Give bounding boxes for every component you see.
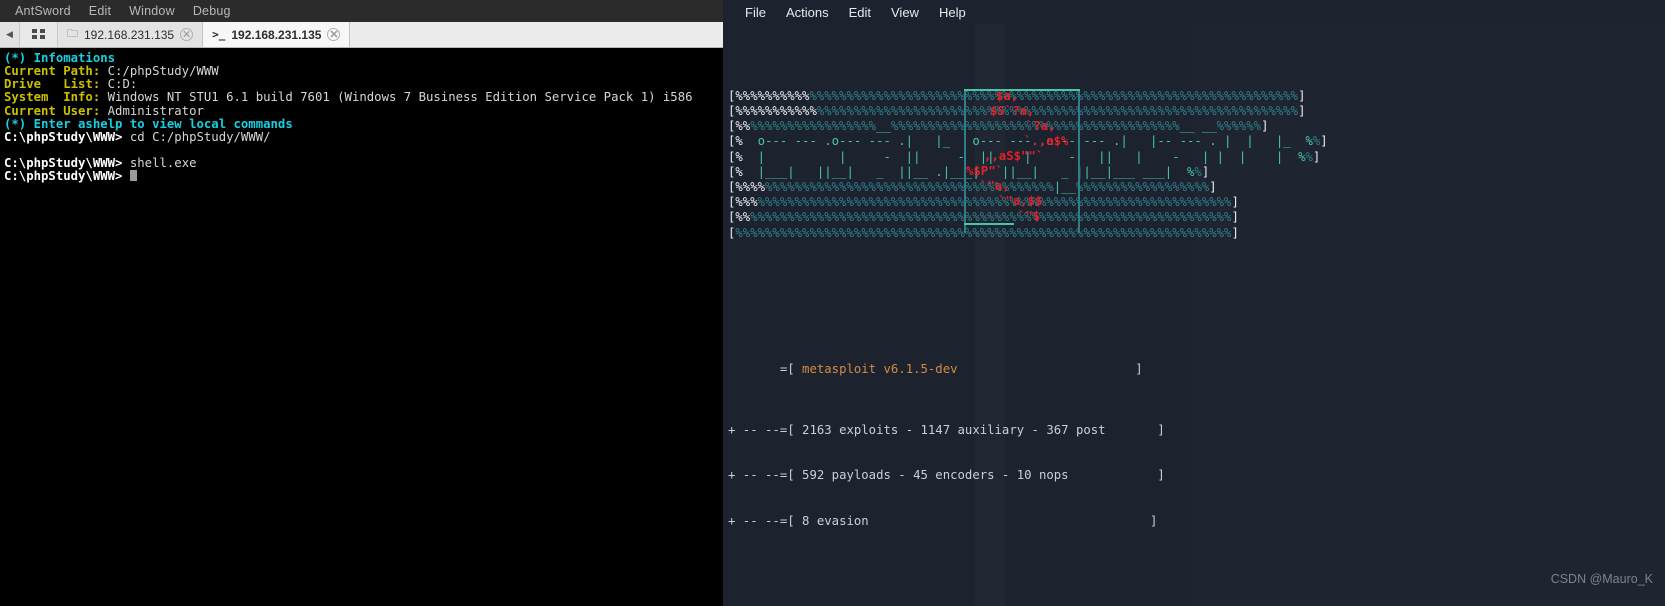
stat-text: 8 evasion ] (802, 514, 1158, 529)
menu-item-file[interactable]: File (735, 5, 776, 20)
stat-prefix: + -- --=[ (728, 514, 803, 529)
menu-item-view[interactable]: View (881, 5, 929, 20)
row-key-current-user: Current User: (4, 103, 101, 118)
msfconsole-menubar: File Actions Edit View Help (723, 0, 1665, 24)
tab-scroll-left-icon[interactable]: ◀ (0, 22, 20, 47)
row-key-system-info: System Info: (4, 90, 101, 105)
row-value-system-info: Windows NT STU1 6.1 build 7601 (Windows … (100, 90, 693, 105)
close-icon[interactable]: ✕ (327, 28, 341, 41)
banner-dollar-line: `.,a$% (1024, 133, 1069, 148)
terminal-icon: >_ (212, 28, 226, 41)
row-key-current-path: Current Path: (4, 64, 101, 79)
folder-icon: 🗀 (67, 28, 78, 40)
banner-divider-left (964, 90, 966, 233)
screen: AntSword Edit Window Debug ◀ 🗀 192.168.2… (0, 0, 1665, 606)
banner-spacer (728, 286, 1665, 316)
menu-item-help[interactable]: Help (929, 5, 976, 20)
watermark: CSDN @Mauro_K (1550, 572, 1653, 586)
row-value-current-path: C:/phpStudy/WWW (100, 64, 219, 79)
info-header: (*) Infomations (4, 51, 116, 65)
banner-dollar-line: %$P"` (966, 163, 1004, 178)
shell-prompt: C:\phpStudy\WWW> (4, 156, 123, 171)
banner-dollar-line: `"$ (1018, 208, 1041, 223)
row-value-current-user: Administrator (100, 103, 204, 118)
shell-prompt: C:\phpStudy\WWW> (4, 129, 123, 144)
version-line: =[ metasploit v6.1.5-dev ] (728, 362, 1665, 377)
menu-item-window[interactable]: Window (120, 4, 184, 18)
version-name: metasploit v6.1.5-dev (802, 362, 958, 377)
shell-prompt: C:\phpStudy\WWW> (4, 169, 123, 184)
antsword-window: AntSword Edit Window Debug ◀ 🗀 192.168.2… (0, 0, 723, 606)
grid-view-icon[interactable] (20, 22, 58, 47)
banner-divider-top (964, 88, 1080, 91)
tab-file-manager[interactable]: 🗀 192.168.231.135 ✕ (58, 22, 204, 47)
banner-dollar-art: $a, $S`?a, `?a, `.,a$% ,,aS$""` %$P"` `"… (728, 89, 1665, 241)
stat-prefix: + -- --=[ (728, 468, 803, 483)
close-icon[interactable]: ✕ (180, 28, 194, 41)
stat-prefix: + -- --=[ (728, 422, 803, 437)
row-value-drive-list: C:D: (100, 77, 138, 92)
shell-command-shell-exe: shell.exe (122, 156, 197, 171)
version-suffix: ] (957, 362, 1143, 377)
msfconsole-terminal-output[interactable]: [%%%%%%%%%%%%%%%%%%%%%%%%%%%%%%%%%%%%%%%… (723, 24, 1665, 606)
msfconsole-window: File Actions Edit View Help [%%%%%%%%%%%… (723, 0, 1665, 606)
banner-dollar-line: `"a, (980, 178, 1010, 193)
menu-item-edit[interactable]: Edit (80, 4, 120, 18)
stat-text: 592 payloads - 45 encoders - 10 nops ] (802, 468, 1165, 483)
menu-item-debug[interactable]: Debug (184, 4, 240, 18)
help-hint: (*) Enter ashelp to view local commands (4, 116, 293, 131)
banner-dollar-line: `"a,$$ (998, 193, 1043, 208)
menu-item-antsword[interactable]: AntSword (6, 4, 80, 18)
stat-line-evasion: + -- --=[ 8 evasion ] (728, 514, 1665, 529)
menu-item-actions[interactable]: Actions (776, 5, 839, 20)
tab-label: 192.168.231.135 (231, 27, 322, 42)
menu-item-edit[interactable]: Edit (839, 5, 881, 20)
antsword-menubar: AntSword Edit Window Debug (0, 0, 723, 22)
text-cursor (129, 170, 137, 182)
banner-dollar-line: ,,aS$""` (984, 148, 1044, 163)
stat-line-exploits: + -- --=[ 2163 exploits - 1147 auxiliary… (728, 423, 1665, 438)
tab-terminal[interactable]: >_ 192.168.231.135 ✕ (203, 22, 351, 47)
tabbar-filler (350, 22, 723, 47)
antsword-tabbar: ◀ 🗀 192.168.231.135 ✕ >_ 192.168.231.135… (0, 22, 723, 48)
antsword-terminal-output[interactable]: (*) Infomations Current Path: C:/phpStud… (0, 48, 723, 184)
banner-divider-right (1078, 90, 1080, 233)
banner-divider-bottom (964, 222, 1014, 225)
stat-text: 2163 exploits - 1147 auxiliary - 367 pos… (802, 422, 1165, 437)
banner-dollar-line: $a, (996, 88, 1019, 103)
row-key-drive-list: Drive List: (4, 77, 101, 92)
version-prefix: =[ (728, 362, 803, 377)
banner-dollar-line: $S`?a, (990, 103, 1035, 118)
shell-command-cd: cd C:/phpStudy/WWW/ (122, 129, 271, 144)
stat-line-payloads: + -- --=[ 592 payloads - 45 encoders - 1… (728, 468, 1665, 483)
msfconsole-body: [%%%%%%%%%%%%%%%%%%%%%%%%%%%%%%%%%%%%%%%… (723, 24, 1665, 606)
banner-dollar-line: `?a, (1026, 118, 1056, 133)
tab-label: 192.168.231.135 (84, 27, 175, 42)
metasploit-ascii-banner: [%%%%%%%%%%%%%%%%%%%%%%%%%%%%%%%%%%%%%%%… (728, 88, 1665, 241)
